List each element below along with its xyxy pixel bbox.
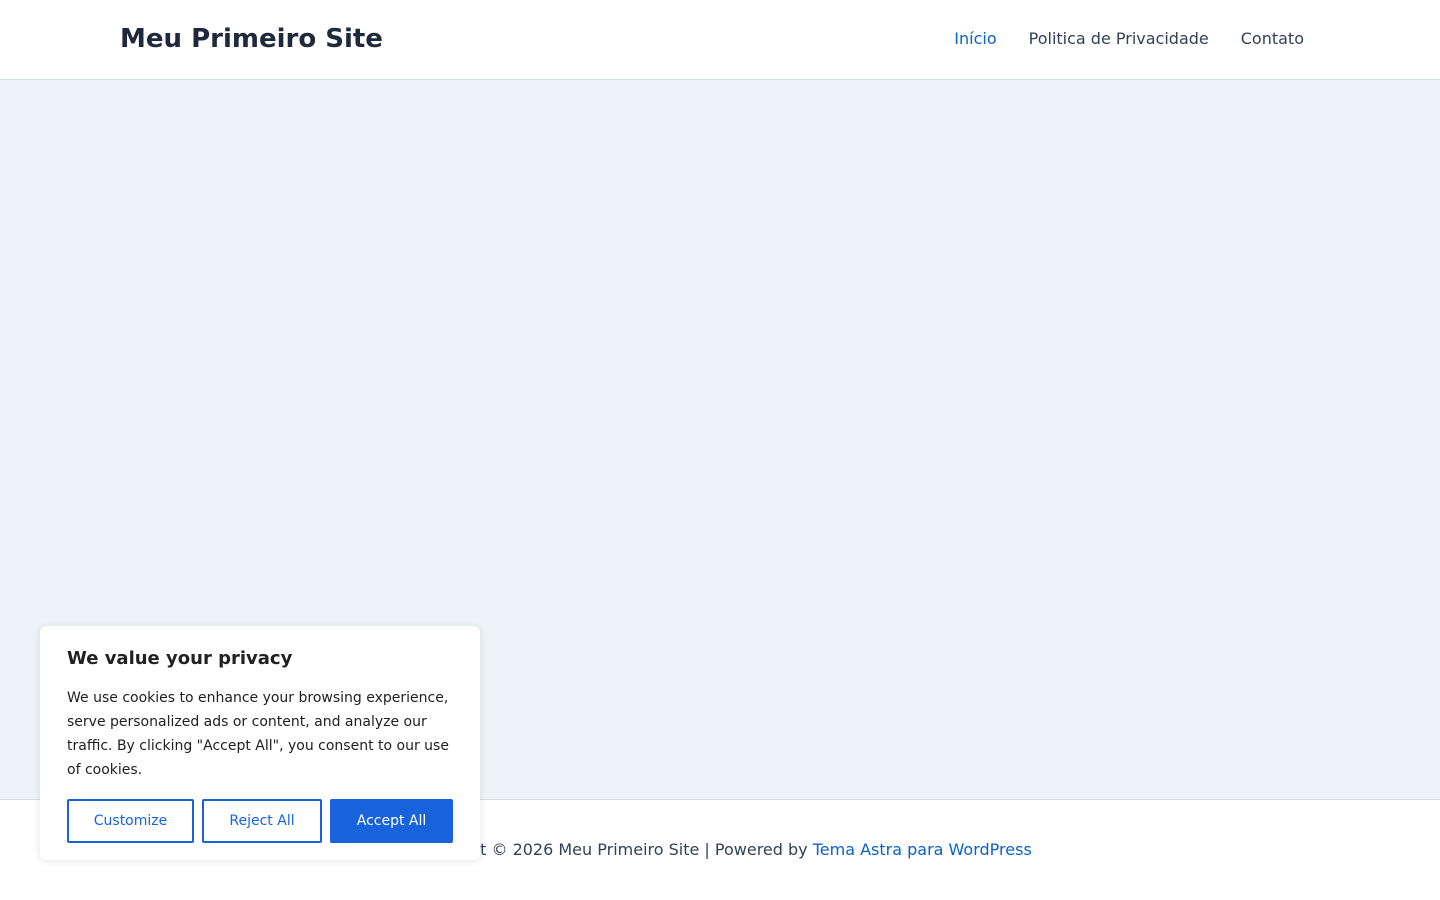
nav-item-contato[interactable]: Contato (1241, 28, 1304, 50)
site-header: Meu Primeiro Site Início Politica de Pri… (0, 0, 1440, 80)
nav-item-inicio[interactable]: Início (954, 28, 996, 50)
main-navigation: Início Politica de Privacidade Contato (954, 28, 1304, 50)
cookie-consent-banner: We value your privacy We use cookies to … (40, 626, 480, 860)
cookie-banner-title: We value your privacy (67, 648, 293, 669)
footer-theme-link[interactable]: Tema Astra para WordPress (813, 840, 1032, 859)
customize-button[interactable]: Customize (67, 799, 194, 843)
cookie-banner-text: We use cookies to enhance your browsing … (67, 690, 449, 778)
cookie-banner-buttons: Customize Reject All Accept All (67, 799, 453, 843)
nav-item-politica-de-privacidade[interactable]: Politica de Privacidade (1029, 28, 1209, 50)
reject-all-button[interactable]: Reject All (202, 799, 322, 843)
accept-all-button[interactable]: Accept All (330, 799, 453, 843)
site-title[interactable]: Meu Primeiro Site (120, 22, 383, 56)
